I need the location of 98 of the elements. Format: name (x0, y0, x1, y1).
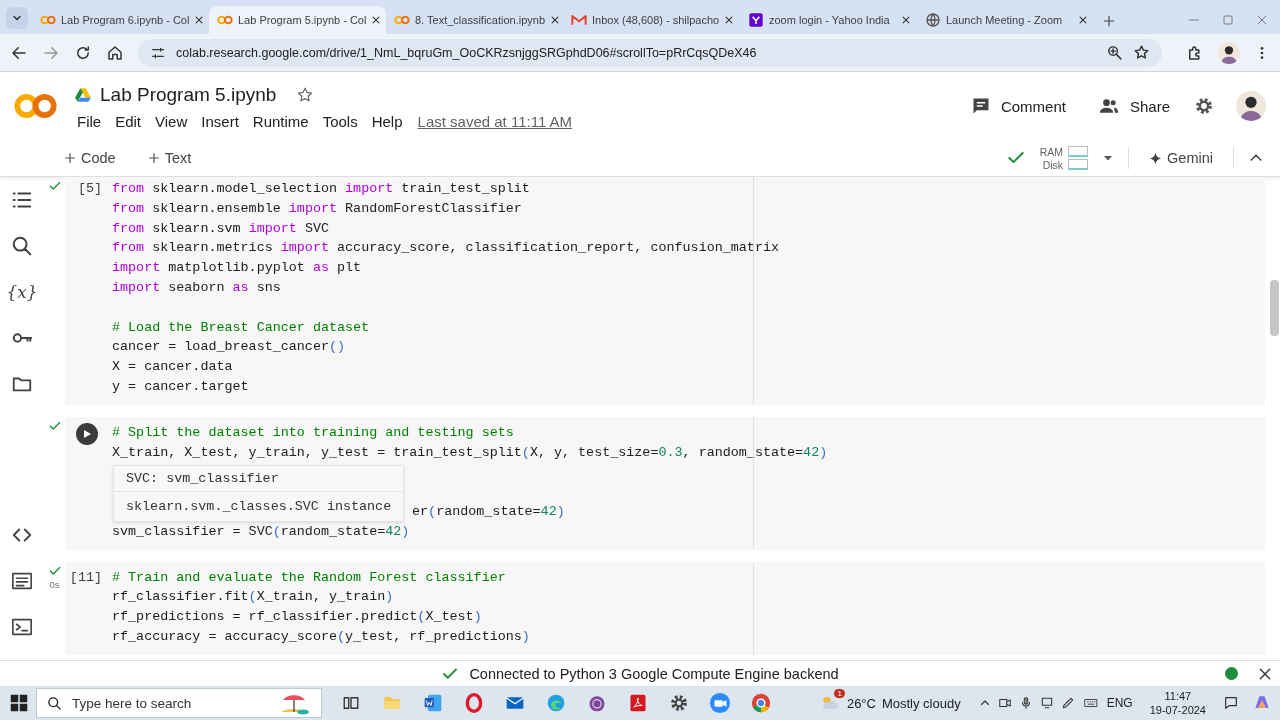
task-view-icon[interactable] (341, 694, 360, 712)
notebook-title[interactable]: Lab Program 5.ipynb (100, 83, 277, 106)
connection-dot (1225, 667, 1238, 680)
last-saved-link[interactable]: Last saved at 11:11 AM (417, 112, 573, 130)
code-line: rf_accuracy = accuracy_score(y_test, rf_predictions) (112, 628, 530, 644)
menu-item[interactable]: View (148, 111, 195, 131)
share-button[interactable]: Share (1089, 90, 1178, 122)
ring-icon[interactable] (463, 693, 484, 713)
scrollbar-thumb[interactable] (1270, 280, 1279, 336)
gemini-button[interactable]: Gemini (1143, 149, 1219, 167)
close-icon[interactable] (371, 15, 382, 25)
weather-conditions[interactable]: Mostly cloudy (881, 695, 961, 711)
menu-item[interactable]: Tools (315, 111, 365, 131)
close-icon[interactable] (194, 15, 205, 25)
clock[interactable]: 11:47 19-07-2024 (1149, 689, 1206, 717)
status-message: Connected to Python 3 Google Compute Engine backend (469, 665, 839, 682)
square-icon (748, 12, 764, 28)
code-line: from sklearn.metrics import accuracy_score, classification_report, confusion_matrix (112, 240, 779, 256)
play-icon (82, 428, 92, 439)
comment-button[interactable]: Comment (962, 90, 1074, 122)
run-button[interactable] (76, 422, 98, 445)
settings-icon[interactable] (1194, 96, 1214, 116)
tab-search-button[interactable] (6, 7, 28, 29)
search-icon[interactable] (11, 235, 33, 257)
people-icon (1097, 96, 1120, 116)
close-icon[interactable] (901, 15, 911, 25)
code-line: X = cancer.data (112, 359, 233, 375)
execution-count: [11] (69, 568, 102, 587)
globe-icon (925, 12, 941, 28)
pen-icon[interactable] (1060, 696, 1075, 710)
code-line: from sklearn.model_selection import train_test_split (112, 181, 530, 196)
notification-icon[interactable] (1223, 695, 1239, 711)
close-icon[interactable] (1078, 15, 1088, 25)
windows-start-icon[interactable] (10, 694, 28, 712)
plus-icon (147, 152, 160, 164)
document-icon[interactable] (422, 693, 443, 713)
code-line: cancer = load_breast_cancer() (112, 339, 346, 355)
comment-icon (970, 96, 991, 116)
code-line: from sklearn.svm import SVC (112, 220, 329, 236)
new-tab-icon[interactable] (1102, 14, 1116, 28)
code-line: # Load the Breast Cancer dataset (112, 319, 370, 335)
logo-icon[interactable] (14, 91, 58, 121)
tooltip-detail: sklearn.svm._classes.SVC instance (114, 490, 404, 521)
language-indicator[interactable]: ENG (1106, 696, 1133, 710)
star-icon[interactable] (1133, 44, 1150, 61)
code-line: er(random_state=42) (412, 503, 565, 519)
browser-tab[interactable]: Launch Meeting - Zoom (917, 6, 1094, 34)
taskbar-search-field[interactable]: Type here to search (36, 688, 322, 718)
menu-item[interactable]: Edit (108, 111, 149, 131)
add-code-button[interactable]: Code (58, 149, 122, 167)
camera-icon[interactable] (708, 692, 731, 714)
code-line: from sklearn.ensemble import RandomForestClassifier (112, 200, 522, 216)
sparkle-icon (1149, 151, 1163, 165)
star-icon[interactable] (296, 85, 315, 104)
menu-item[interactable]: Runtime (245, 111, 316, 131)
envelope-icon (571, 12, 587, 28)
terminal-list-icon[interactable] (10, 570, 34, 592)
code-line: svm_classifier = SVC(random_state=42) (112, 523, 410, 539)
menu-item[interactable]: Insert (194, 111, 246, 131)
reload-icon[interactable] (74, 43, 92, 62)
profile-avatar[interactable] (1218, 41, 1240, 64)
variables-button[interactable]: {x} (6, 282, 38, 302)
browser-tab[interactable]: 8. Text_classification.ipynb (386, 6, 563, 34)
user-avatar[interactable] (1236, 91, 1266, 121)
code-line: # Split the dataset into training and testing sets (112, 424, 514, 440)
temperature[interactable]: 26°C (846, 695, 876, 711)
code-line: y = cancer.target (112, 378, 249, 394)
menu-item[interactable]: File (70, 111, 109, 131)
notification-badge: 1 (834, 689, 845, 698)
search-icon (47, 695, 62, 711)
maximize-icon[interactable] (1222, 14, 1234, 26)
code-line: rf_classifier.fit(X_train, y_train) (112, 589, 394, 605)
browser-tab[interactable]: Lab Program 5.ipynb - Col (209, 6, 386, 34)
menu-item[interactable]: Help (364, 111, 410, 131)
code-line: X_train, X_test, y_train, y_test = train_test_split(X, y, test_size=0.3, random_state=42) (112, 444, 828, 460)
add-text-button[interactable]: Text (141, 149, 198, 167)
code-line: # Train and evaluate the Random Forest classifier (112, 569, 506, 585)
browser-tab[interactable]: zoom login - Yahoo India (740, 6, 917, 34)
terminal-icon[interactable] (10, 616, 34, 638)
address-bar[interactable]: colab.research.google.com/drive/1_NmL_bqruGm_OoCKRzsnjggSRGphdD06#scrollTo=pRrCqsQDeX46 (138, 38, 1162, 67)
browser-tab[interactable]: Inbox (48,608) - shilpacho (563, 6, 740, 34)
execution-count: [5] (77, 180, 102, 198)
resource-meter[interactable]: RAM Disk (1039, 145, 1089, 171)
run-time: 0s (49, 578, 60, 590)
tooltip-title: SVC: svm_classifier (125, 469, 280, 488)
plus-icon (64, 152, 76, 164)
drive-icon[interactable] (74, 86, 92, 103)
close-icon[interactable] (1258, 666, 1272, 681)
zoom-icon[interactable] (1106, 44, 1123, 61)
close-icon[interactable] (724, 15, 735, 25)
code-line: import matplotlib.pyplot as plt (112, 260, 362, 276)
code-line: rf_predictions = rf_classifier.predict(X_test) (112, 609, 482, 625)
browser-tab[interactable]: Lab Program 6.ipynb - Col (32, 6, 209, 34)
code-line: import seaborn as sns (112, 280, 281, 295)
close-icon[interactable] (550, 15, 561, 25)
settings-icon[interactable] (668, 693, 689, 713)
browser-icon[interactable] (749, 692, 772, 714)
home-icon[interactable] (106, 43, 124, 62)
